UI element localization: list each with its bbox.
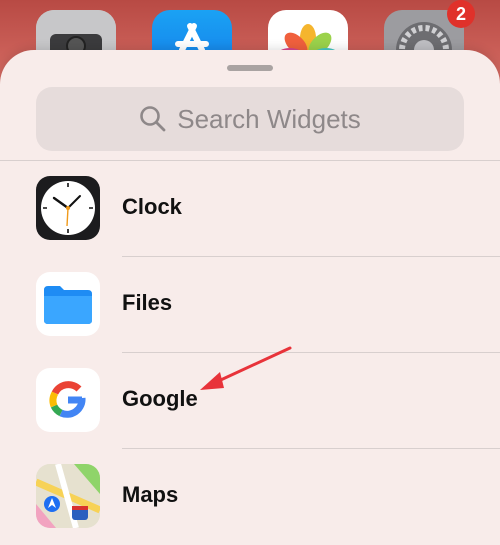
widget-label-clock: Clock (122, 194, 182, 219)
widget-label-google: Google (122, 386, 198, 411)
widget-label-maps: Maps (122, 482, 179, 507)
widget-label-files: Files (122, 290, 173, 315)
widget-row-maps[interactable]: Maps (0, 449, 500, 545)
widget-row-files[interactable]: Files (0, 257, 500, 353)
search-icon (140, 106, 166, 132)
notification-badge: 2 (447, 0, 475, 28)
widget-row-clock[interactable]: Clock (0, 161, 500, 257)
annotation-arrow (200, 346, 292, 390)
files-icon (36, 272, 100, 336)
maps-icon (36, 464, 100, 528)
sheet-grabber[interactable] (227, 65, 273, 71)
google-icon (36, 368, 100, 432)
widget-gallery-sheet: Search Widgets Clock Files Google Maps (0, 50, 500, 545)
search-widgets-field[interactable]: Search Widgets (36, 87, 464, 151)
search-placeholder: Search Widgets (177, 103, 361, 134)
clock-icon (36, 176, 100, 240)
